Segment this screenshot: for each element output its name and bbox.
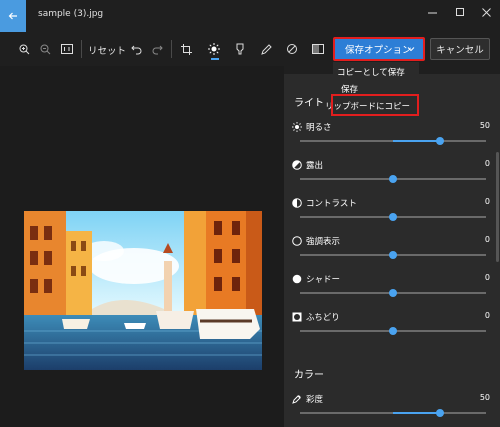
close-button[interactable] bbox=[472, 2, 500, 22]
markup-pen-icon[interactable] bbox=[258, 41, 274, 57]
highlights-icon bbox=[292, 236, 302, 246]
exposure-slider[interactable] bbox=[300, 175, 486, 183]
saturation-value: 50 bbox=[479, 393, 490, 402]
slider-thumb[interactable] bbox=[389, 327, 397, 335]
shadows-slider[interactable] bbox=[300, 289, 486, 297]
highlights-value: 0 bbox=[484, 235, 490, 244]
back-button[interactable] bbox=[0, 0, 26, 32]
actual-size-icon[interactable] bbox=[59, 41, 75, 57]
remove-spot-icon[interactable] bbox=[284, 41, 300, 57]
undo-icon[interactable] bbox=[128, 41, 144, 57]
highlights-slider[interactable] bbox=[300, 251, 486, 259]
panel-scrollbar[interactable] bbox=[496, 152, 499, 262]
title-bar: sample (3).jpg bbox=[0, 0, 500, 32]
exposure-icon bbox=[292, 160, 302, 170]
contrast-value: 0 bbox=[484, 197, 490, 206]
save-options-button[interactable]: 保存オプション bbox=[333, 37, 425, 61]
back-arrow-icon bbox=[8, 12, 17, 20]
slider-thumb[interactable] bbox=[389, 175, 397, 183]
highlights-label: 強調表示 bbox=[306, 237, 341, 247]
clipboard-highlight-box bbox=[331, 94, 419, 116]
chevron-down-icon bbox=[407, 47, 415, 52]
color-section-title: カラー bbox=[294, 370, 324, 381]
compare-icon[interactable] bbox=[310, 41, 326, 57]
filter-icon[interactable] bbox=[232, 41, 248, 57]
slider-thumb[interactable] bbox=[389, 213, 397, 221]
adjust-panel: ライト 明るさ 50 露出 0 コントラスト 0 強調表示 0 シャドー 0 ふ… bbox=[284, 74, 500, 427]
slider-thumb[interactable] bbox=[389, 289, 397, 297]
menu-item-save-copy[interactable]: コピーとして保存 bbox=[337, 66, 405, 78]
saturation-label: 彩度 bbox=[306, 395, 324, 405]
contrast-slider[interactable] bbox=[300, 213, 486, 221]
shadows-icon bbox=[292, 274, 302, 284]
minimize-icon bbox=[427, 12, 437, 13]
zoom-in-icon[interactable] bbox=[16, 41, 32, 57]
vignette-slider[interactable] bbox=[300, 327, 486, 335]
adjust-row-highlights: 強調表示 0 bbox=[284, 235, 500, 274]
exposure-value: 0 bbox=[484, 159, 490, 168]
vignette-icon bbox=[292, 312, 302, 322]
slider-thumb[interactable] bbox=[389, 251, 397, 259]
adjust-row-exposure: 露出 0 bbox=[284, 159, 500, 198]
adjust-row-saturation: 彩度 50 bbox=[284, 393, 500, 427]
exposure-label: 露出 bbox=[306, 161, 324, 171]
toolbar-divider bbox=[81, 40, 82, 58]
brightness-icon bbox=[292, 122, 302, 132]
maximize-button[interactable] bbox=[446, 2, 474, 22]
reset-button[interactable]: リセット bbox=[88, 43, 126, 57]
brightness-label: 明るさ bbox=[306, 123, 332, 133]
contrast-label: コントラスト bbox=[306, 199, 357, 209]
brightness-slider[interactable] bbox=[300, 137, 486, 145]
adjust-row-brightness: 明るさ 50 bbox=[284, 121, 500, 160]
slider-fill bbox=[393, 140, 440, 142]
slider-thumb[interactable] bbox=[435, 137, 444, 145]
adjust-row-contrast: コントラスト 0 bbox=[284, 197, 500, 236]
vignette-label: ふちどり bbox=[306, 313, 340, 323]
vignette-value: 0 bbox=[484, 311, 490, 320]
adjust-light-icon[interactable] bbox=[206, 41, 222, 57]
adjust-row-shadows: シャドー 0 bbox=[284, 273, 500, 312]
close-icon bbox=[481, 7, 491, 17]
brightness-value: 50 bbox=[479, 121, 490, 130]
slider-thumb[interactable] bbox=[435, 409, 444, 417]
light-section-title: ライト bbox=[294, 98, 324, 109]
shadows-label: シャドー bbox=[306, 275, 341, 285]
cancel-button[interactable]: キャンセル bbox=[430, 38, 490, 60]
saturation-icon bbox=[292, 395, 301, 404]
shadows-value: 0 bbox=[484, 273, 490, 282]
maximize-icon bbox=[455, 7, 464, 16]
photo-preview bbox=[24, 211, 262, 370]
minimize-button[interactable] bbox=[418, 2, 446, 22]
redo-icon[interactable] bbox=[149, 41, 165, 57]
saturation-slider[interactable] bbox=[300, 409, 486, 417]
window-title: sample (3).jpg bbox=[38, 9, 104, 19]
adjust-row-vignette: ふちどり 0 bbox=[284, 311, 500, 350]
active-tool-indicator bbox=[211, 58, 219, 60]
zoom-out-icon[interactable] bbox=[37, 41, 53, 57]
crop-icon[interactable] bbox=[178, 41, 194, 57]
save-options-label: 保存オプション bbox=[345, 45, 412, 56]
slider-fill bbox=[393, 412, 440, 414]
contrast-icon bbox=[292, 198, 302, 208]
toolbar-divider bbox=[171, 40, 172, 58]
